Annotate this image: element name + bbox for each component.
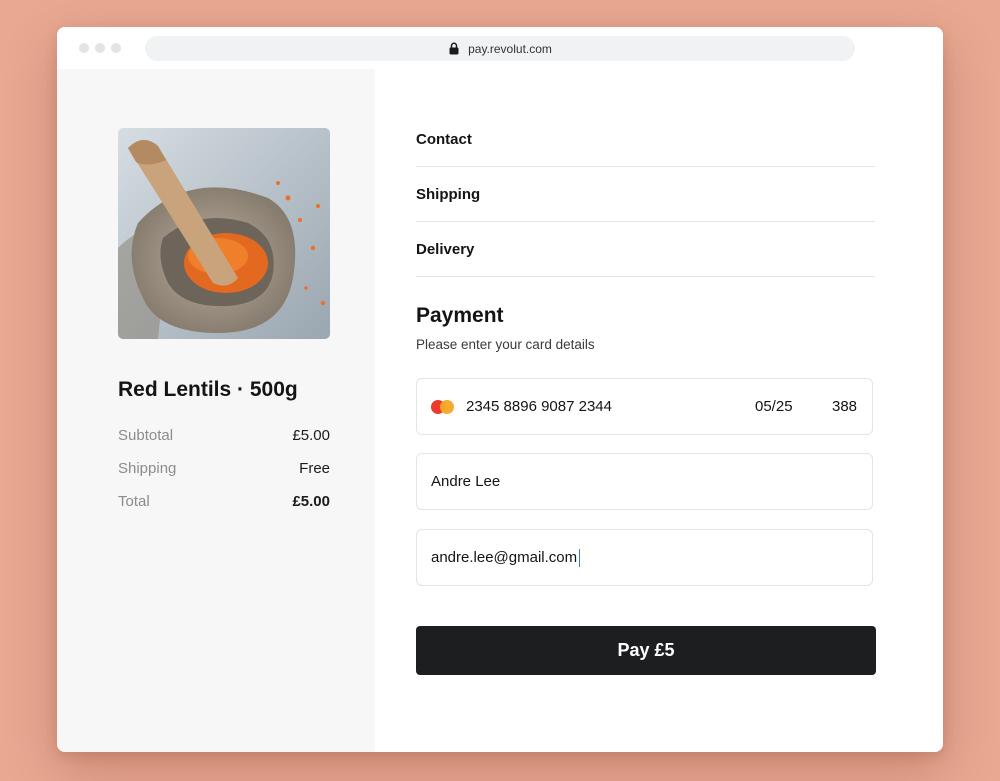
summary-row-shipping: Shipping Free [118, 460, 330, 493]
payment-title: Payment [416, 304, 504, 327]
url-text: pay.revolut.com [468, 41, 552, 56]
product-title: Red Lentils · 500g [118, 378, 298, 401]
product-image [118, 128, 330, 339]
summary-label: Shipping [118, 460, 177, 477]
summary-label: Total [118, 493, 150, 510]
browser-window: pay.revolut.com Red Lentils · 500g Subto… [57, 27, 943, 752]
lentils-in-sack-image [118, 128, 330, 339]
browser-titlebar: pay.revolut.com [57, 27, 943, 69]
checkout-steps: Contact Shipping Delivery [416, 112, 875, 277]
address-bar[interactable]: pay.revolut.com [145, 36, 855, 61]
pay-button[interactable]: Pay £5 [416, 626, 876, 675]
card-number-input[interactable]: 2345 8896 9087 2344 [466, 398, 755, 415]
payment-subtitle: Please enter your card details [416, 337, 595, 352]
section-shipping[interactable]: Shipping [416, 167, 875, 222]
price-summary: Subtotal £5.00 Shipping Free Total £5.00 [118, 427, 330, 526]
minimize-dot[interactable] [95, 43, 105, 53]
email-input-value[interactable]: andre.lee@gmail.com [431, 549, 577, 566]
section-delivery[interactable]: Delivery [416, 222, 875, 277]
window-controls [79, 43, 121, 53]
email-field[interactable]: andre.lee@gmail.com [416, 529, 873, 586]
summary-value: Free [299, 460, 330, 477]
card-expiry-input[interactable]: 05/25 [755, 398, 832, 415]
close-dot[interactable] [79, 43, 89, 53]
summary-label: Subtotal [118, 427, 174, 444]
summary-value: £5.00 [292, 493, 330, 510]
summary-row-total: Total £5.00 [118, 493, 330, 526]
summary-value: £5.00 [292, 427, 330, 444]
name-field[interactable]: Andre Lee [416, 453, 873, 510]
section-contact[interactable]: Contact [416, 112, 875, 167]
card-cvc-input[interactable]: 388 [832, 398, 872, 415]
text-caret [579, 548, 581, 567]
lock-icon [449, 42, 459, 55]
mastercard-icon [431, 399, 455, 414]
maximize-dot[interactable] [111, 43, 121, 53]
order-summary-panel: Red Lentils · 500g Subtotal £5.00 Shippi… [57, 69, 375, 752]
card-details-field[interactable]: 2345 8896 9087 2344 05/25 388 [416, 378, 873, 435]
name-input-value[interactable]: Andre Lee [431, 473, 500, 490]
summary-row-subtotal: Subtotal £5.00 [118, 427, 330, 460]
